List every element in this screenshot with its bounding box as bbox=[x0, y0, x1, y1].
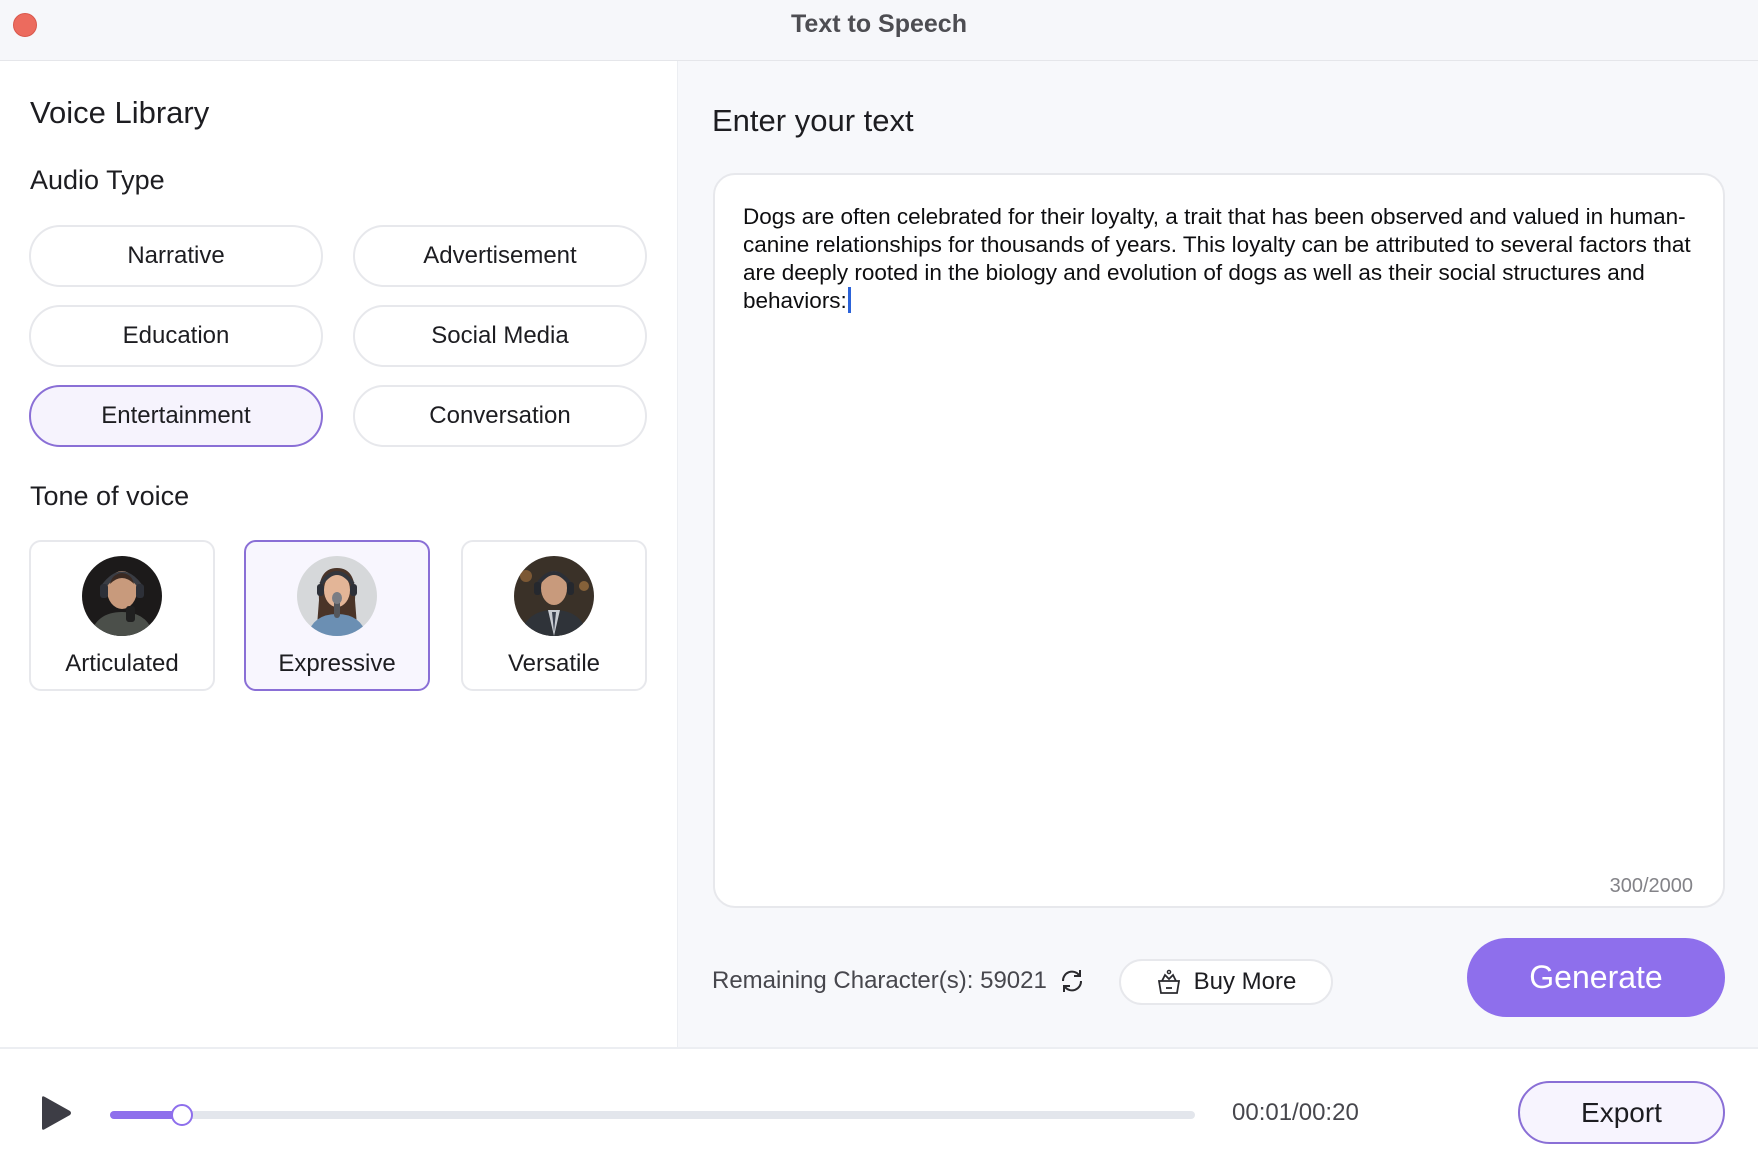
buy-more-label: Buy More bbox=[1193, 968, 1297, 995]
remaining-characters: Remaining Character(s): 59021 bbox=[712, 966, 1087, 996]
tone-label: Expressive bbox=[278, 650, 396, 677]
voice-library-panel: Voice Library Audio Type Narrative Adver… bbox=[0, 61, 678, 1047]
audio-type-advertisement[interactable]: Advertisement bbox=[353, 225, 647, 287]
export-button[interactable]: Export bbox=[1518, 1081, 1725, 1144]
playback-time: 00:01/00:20 bbox=[1232, 1099, 1359, 1126]
text-input-panel: Enter your text Dogs are often celebrate… bbox=[678, 61, 1758, 1047]
expressive-avatar-icon bbox=[297, 556, 377, 636]
remaining-characters-label: Remaining Character(s): 59021 bbox=[712, 967, 1047, 994]
articulated-avatar-icon bbox=[82, 556, 162, 636]
enter-text-heading: Enter your text bbox=[712, 103, 914, 138]
progress-thumb[interactable] bbox=[170, 1104, 193, 1126]
character-counter: 300/2000 bbox=[1609, 875, 1693, 897]
text-input-area[interactable]: Dogs are often celebrated for their loya… bbox=[713, 173, 1725, 908]
title-bar: Text to Speech bbox=[0, 0, 1758, 61]
audio-type-narrative[interactable]: Narrative bbox=[29, 225, 323, 287]
versatile-avatar-icon bbox=[514, 556, 594, 636]
audio-type-entertainment[interactable]: Entertainment bbox=[29, 385, 323, 447]
audio-type-social-media[interactable]: Social Media bbox=[353, 305, 647, 367]
voice-library-heading: Voice Library bbox=[30, 95, 210, 130]
window-title: Text to Speech bbox=[791, 10, 967, 38]
buy-more-button[interactable]: Buy More bbox=[1119, 959, 1333, 1005]
text-caret bbox=[847, 287, 851, 313]
tone-card-articulated[interactable]: Articulated bbox=[29, 540, 215, 691]
tone-card-expressive[interactable]: Expressive bbox=[244, 540, 430, 691]
audio-type-education[interactable]: Education bbox=[29, 305, 323, 367]
generate-button[interactable]: Generate bbox=[1467, 938, 1725, 1017]
crown-basket-icon bbox=[1157, 969, 1180, 994]
play-icon[interactable] bbox=[40, 1095, 72, 1131]
tone-of-voice-heading: Tone of voice bbox=[30, 481, 190, 511]
tone-label: Versatile bbox=[507, 650, 601, 677]
playback-progress-slider[interactable] bbox=[110, 1104, 1195, 1126]
audio-player-bar: 00:01/00:20 Export bbox=[0, 1047, 1758, 1172]
tone-card-versatile[interactable]: Versatile bbox=[461, 540, 647, 691]
refresh-icon[interactable] bbox=[1057, 966, 1087, 996]
tone-label: Articulated bbox=[65, 650, 179, 677]
text-input-content[interactable]: Dogs are often celebrated for their loya… bbox=[743, 204, 1691, 313]
audio-type-conversation[interactable]: Conversation bbox=[353, 385, 647, 447]
audio-type-heading: Audio Type bbox=[30, 165, 165, 195]
